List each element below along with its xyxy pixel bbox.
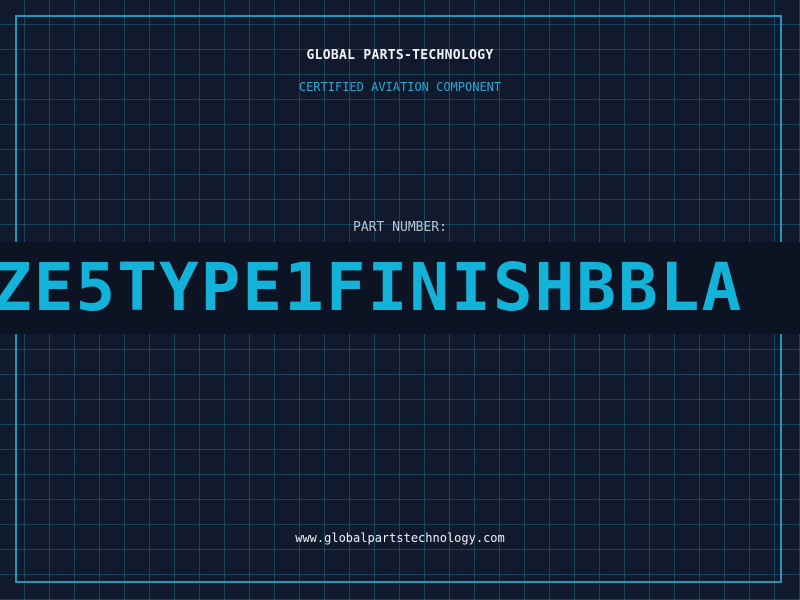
part-number-band: ZE5TYPE1FINISHBBLA: [0, 242, 800, 334]
certificate-card: GLOBAL PARTS-TECHNOLOGY CERTIFIED AVIATI…: [0, 0, 800, 600]
part-number-value: ZE5TYPE1FINISHBBLA: [0, 249, 744, 326]
part-number-label: PART NUMBER:: [353, 220, 447, 235]
company-name: GLOBAL PARTS-TECHNOLOGY: [306, 48, 494, 63]
certification-subtitle: CERTIFIED AVIATION COMPONENT: [298, 80, 502, 94]
website-url: www.globalpartstechnology.com: [295, 531, 505, 545]
